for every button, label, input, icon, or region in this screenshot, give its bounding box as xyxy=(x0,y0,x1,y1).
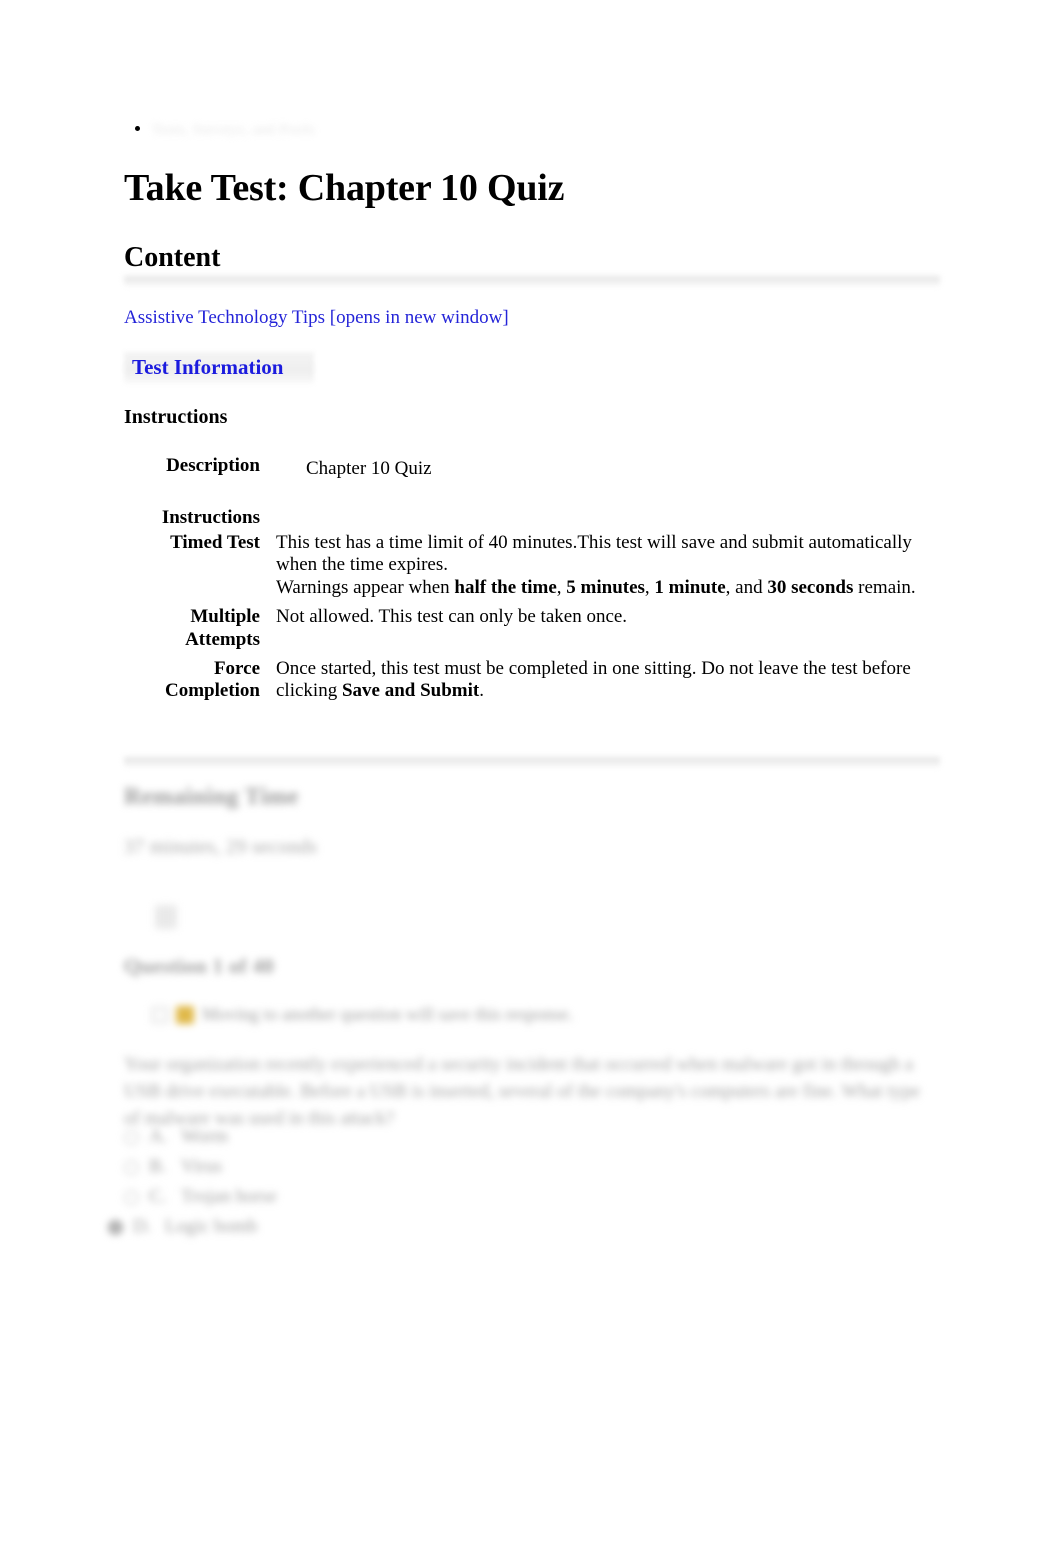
test-information-table: Description Chapter 10 Quiz Instructions… xyxy=(124,455,940,703)
remaining-time-value: 37 minutes, 29 seconds xyxy=(124,836,318,858)
multiple-attempts-value: Not allowed. This test can only be taken… xyxy=(276,605,628,627)
table-row: Timed Test This test has a time limit of… xyxy=(124,532,940,604)
remaining-time-label: Remaining Time xyxy=(124,784,299,810)
content-heading: Content xyxy=(124,242,221,273)
description-value: Chapter 10 Quiz xyxy=(306,458,432,479)
breadcrumb-item-label: Tests, Surveys, and Pools xyxy=(152,122,315,138)
option-letter: B. xyxy=(149,1156,167,1177)
description-label: Description xyxy=(166,455,260,476)
section-divider-top xyxy=(124,276,940,286)
breadcrumb: Tests, Surveys, and Pools xyxy=(124,118,315,141)
question-number: Question 1 of 40 xyxy=(124,954,275,978)
answer-option-d[interactable]: D. Logic bomb xyxy=(108,1212,824,1242)
radio-icon[interactable] xyxy=(124,1129,139,1145)
instructions-heading: Instructions xyxy=(124,406,228,428)
section-divider-bottom xyxy=(124,757,940,767)
timed-test-value: This test has a time limit of 40 minutes… xyxy=(276,532,940,604)
table-row: Description Chapter 10 Quiz xyxy=(124,455,940,507)
timed-test-line-1: This test has a time limit of 40 minutes… xyxy=(276,531,912,576)
force-completion-post: . xyxy=(479,680,484,702)
option-label: Logic bomb xyxy=(165,1216,258,1237)
option-letter: A. xyxy=(149,1126,168,1147)
question-text: Your organization recently experienced a… xyxy=(124,1054,921,1129)
timed-test-warning-5min: 5 minutes xyxy=(566,577,645,599)
save-notice-text: Moving to another question will save thi… xyxy=(202,1004,573,1024)
table-row: Instructions xyxy=(124,507,940,532)
radio-icon[interactable] xyxy=(108,1219,123,1235)
timed-test-warning-post: remain. xyxy=(853,577,916,599)
timed-test-label: Timed Test xyxy=(170,531,260,553)
force-completion-value: Once started, this test must be complete… xyxy=(276,656,940,704)
option-letter: C. xyxy=(149,1186,167,1207)
instructions-spacer xyxy=(276,507,940,532)
checkbox-icon xyxy=(152,1006,168,1023)
timed-test-warning-1min: 1 minute xyxy=(654,577,726,599)
page-title: Take Test: Chapter 10 Quiz xyxy=(124,167,565,209)
option-label: Worm xyxy=(181,1126,229,1147)
answer-options: A. Worm B. Virus C. Trojan horse D. Logi… xyxy=(108,1122,824,1242)
radio-icon[interactable] xyxy=(124,1159,139,1175)
description-cell: Chapter 10 Quiz xyxy=(276,455,940,507)
timed-test-sep-1: , xyxy=(556,577,567,599)
answer-option-a[interactable]: A. Worm xyxy=(124,1122,824,1152)
option-letter: D. xyxy=(133,1216,152,1237)
answer-option-b[interactable]: B. Virus xyxy=(124,1152,824,1182)
timed-test-warning-half: half the time xyxy=(454,577,557,599)
assistive-technology-tips-link[interactable]: Assistive Technology Tips [opens in new … xyxy=(124,307,509,330)
test-information-title: Test Information xyxy=(132,355,284,379)
timed-test-warning-30sec: 30 seconds xyxy=(767,577,854,599)
save-and-submit-emphasis: Save and Submit xyxy=(341,680,480,702)
save-notice-row: Moving to another question will save thi… xyxy=(152,1004,573,1025)
option-label: Virus xyxy=(181,1156,223,1177)
question-settings-icon[interactable] xyxy=(155,905,177,929)
table-row: Force Completion Once started, this test… xyxy=(124,656,940,704)
force-completion-label: Force Completion xyxy=(165,657,260,702)
instructions-label: Instructions xyxy=(161,506,260,528)
save-warning-icon xyxy=(176,1005,194,1024)
take-test-page: Tests, Surveys, and Pools Take Test: Cha… xyxy=(0,0,1062,1556)
timed-test-sep-3: , and xyxy=(725,577,768,599)
timed-test-sep-2: , xyxy=(644,577,655,599)
breadcrumb-item[interactable]: Tests, Surveys, and Pools xyxy=(152,118,315,141)
timed-test-warning-pre: Warnings appear when xyxy=(276,577,455,599)
table-row: Multiple Attempts Not allowed. This test… xyxy=(124,604,940,656)
answer-option-c[interactable]: C. Trojan horse xyxy=(124,1182,824,1212)
radio-icon[interactable] xyxy=(124,1189,139,1205)
multiple-attempts-label: Multiple Attempts xyxy=(185,605,260,650)
option-label: Trojan horse xyxy=(181,1186,277,1207)
